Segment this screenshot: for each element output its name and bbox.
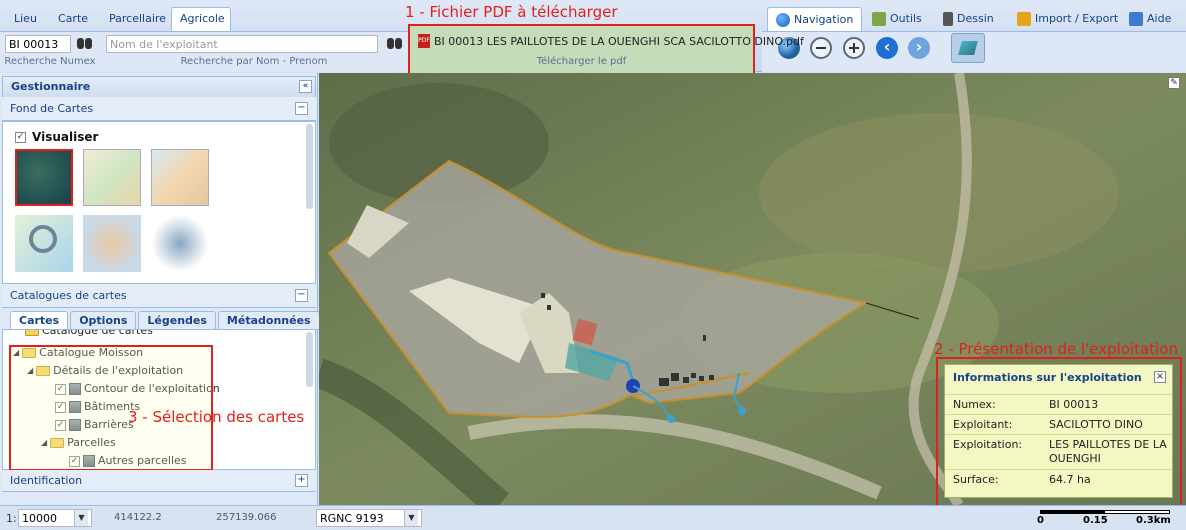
globe-icon [776, 12, 790, 27]
pdf-download-box[interactable]: PDF BI 00013 LES PAILLOTES DE LA OUENGHI… [408, 24, 804, 76]
exploitation-info-popup: Informations sur l'exploitation × Numex:… [944, 364, 1173, 498]
basemap-topo-thumb[interactable] [151, 149, 209, 206]
binoculars-icon[interactable] [387, 38, 403, 50]
projection-select[interactable]: RGNC 9193 ▼ [316, 509, 422, 527]
info-row: Surface: 64.7 ha [945, 469, 1172, 489]
annotation-info: 2 - Présentation de l'exploitation [934, 340, 1178, 358]
tab-navigation[interactable]: Navigation [767, 7, 863, 31]
name-search-input[interactable] [106, 35, 378, 53]
layer-toggle-button[interactable] [951, 33, 985, 63]
info-title: Informations sur l'exploitation [953, 371, 1142, 384]
manager-panel: Gestionnaire « Fond de Cartes − ✓ Visualis… [0, 73, 320, 505]
layers-icon [958, 41, 978, 55]
catalogues-header[interactable]: Catalogues de cartes − [2, 284, 316, 308]
tab-agricole[interactable]: Agricole [171, 7, 231, 31]
tab-cartes[interactable]: Cartes [10, 311, 69, 330]
tab-legendes[interactable]: Légendes [138, 311, 216, 330]
visualiser-checkbox[interactable]: ✓ [15, 131, 26, 143]
tab-aide[interactable]: Aide [1125, 8, 1175, 30]
basemap-search-thumb[interactable] [15, 215, 73, 272]
numex-search-input[interactable] [5, 35, 71, 53]
zoom-out-icon[interactable] [810, 37, 832, 59]
pdf-file-icon: PDF [418, 34, 430, 48]
zoom-in-icon[interactable] [843, 37, 865, 59]
pdf-filename[interactable]: BI 00013 LES PAILLOTES DE LA OUENGHI SCA… [434, 35, 804, 48]
fond-de-cartes-header[interactable]: Fond de Cartes − [2, 97, 316, 121]
tools-icon [872, 12, 886, 26]
status-bar: 1: 10000 ▼ 414122.2 257139.066 RGNC 9193 ▼… [0, 505, 1186, 530]
basemap-gallery: ✓ Visualiser [2, 121, 316, 284]
tab-carte[interactable]: Carte [50, 8, 94, 30]
tree-item[interactable]: Catalogue de cartes [25, 330, 153, 340]
basemap-satellite-thumb[interactable] [15, 149, 73, 206]
collapse-section-icon[interactable]: − [295, 289, 308, 302]
identification-header[interactable]: Identification + [2, 470, 316, 492]
close-icon[interactable]: × [1154, 371, 1166, 383]
tree-scrollbar[interactable] [306, 332, 313, 387]
name-search-label: Recherche par Nom - Prenom [180, 56, 328, 67]
tab-lieu[interactable]: Lieu [6, 8, 42, 30]
basemap-road-thumb[interactable] [83, 149, 141, 206]
catalogue-tabs: Cartes Options Légendes Métadonnées [10, 311, 320, 330]
panel-title: Gestionnaire « [2, 76, 316, 98]
info-row: Numex: BI 00013 [945, 394, 1172, 414]
folder-icon [25, 330, 39, 336]
tab-metadonnees[interactable]: Métadonnées [217, 311, 320, 330]
gallery-scrollbar[interactable] [306, 124, 313, 209]
collapse-section-icon[interactable]: − [295, 102, 308, 115]
tab-outils[interactable]: Outils [868, 8, 926, 30]
expand-section-icon[interactable]: + [295, 474, 308, 487]
pdf-download-label[interactable]: Télécharger le pdf [410, 56, 753, 67]
chevron-down-icon: ▼ [404, 510, 418, 526]
tab-dessin[interactable]: Dessin [939, 8, 998, 30]
scale-select[interactable]: 10000 ▼ [18, 509, 92, 527]
basemap-weather-thumb[interactable] [151, 215, 209, 272]
coord-x: 414122.2 [114, 512, 162, 523]
info-row: Exploitation: LES PAILLOTES DE LA OUENGHI [945, 434, 1172, 469]
chevron-down-icon: ▼ [74, 510, 88, 526]
numex-label: Recherche Numex [4, 56, 96, 67]
collapse-panel-icon[interactable]: « [299, 80, 312, 93]
scale-prefix: 1: [6, 512, 17, 525]
annotation-cartes: 3 - Sélection des cartes [128, 408, 305, 426]
next-view-arrow-icon[interactable]: › [908, 37, 930, 59]
basemap-island-thumb[interactable] [83, 215, 141, 272]
coord-y: 257139.066 [216, 512, 277, 523]
tab-parcellaire[interactable]: Parcellaire [101, 8, 166, 30]
transfer-icon [1017, 12, 1031, 26]
scale-bar [1040, 510, 1170, 514]
scalebar-label-max: 0.3km [1136, 515, 1171, 526]
tab-options[interactable]: Options [70, 311, 137, 330]
edit-pencil-icon[interactable]: ✎ [1168, 77, 1180, 89]
info-row: Exploitant: SACILOTTO DINO [945, 414, 1172, 434]
scalebar-label-mid: 0.15 [1083, 515, 1108, 526]
help-book-icon [1129, 12, 1143, 26]
pen-icon [943, 12, 953, 26]
tab-import-export[interactable]: Import / Export [1013, 8, 1122, 30]
previous-view-arrow-icon[interactable]: ‹ [876, 37, 898, 59]
annotation-pdf: 1 - Fichier PDF à télécharger [405, 3, 618, 21]
binoculars-icon[interactable] [77, 38, 93, 50]
scalebar-label-0: 0 [1037, 515, 1044, 526]
